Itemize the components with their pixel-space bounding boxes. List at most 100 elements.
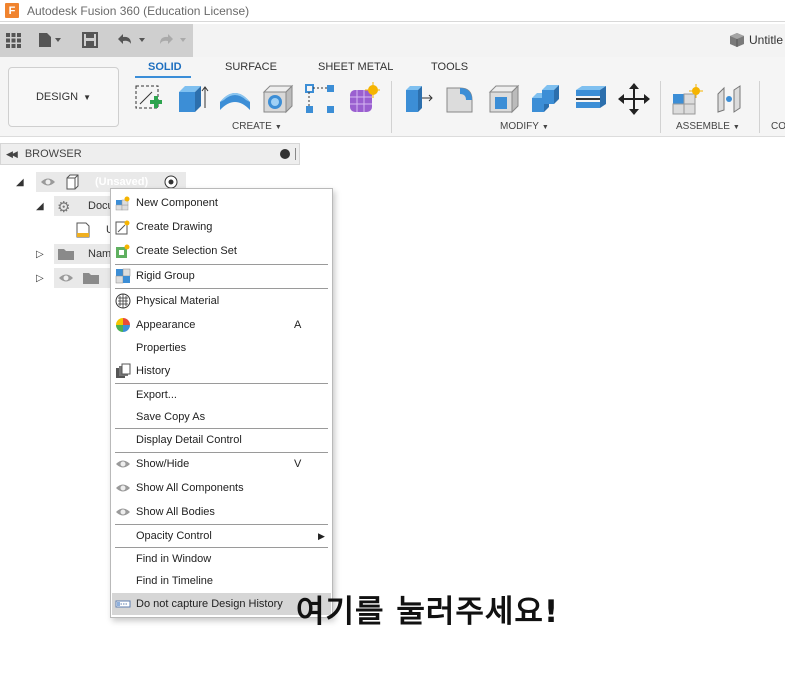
assemble-group-label: ASSEMBLE [676, 121, 730, 132]
tab-solid[interactable]: SOLID [148, 61, 182, 73]
menu-item-label: Show All Bodies [136, 506, 215, 518]
create-drawing-icon [115, 219, 131, 235]
modify-group-menu[interactable]: MODIFY ▼ [500, 121, 549, 132]
menu-item-show-all-components[interactable]: Show All Components [112, 477, 331, 499]
chevron-down-icon: ▼ [83, 92, 92, 102]
group-divider [391, 81, 392, 133]
folder-icon [57, 247, 75, 264]
new-component-icon [115, 195, 131, 211]
menu-item-label: Physical Material [136, 295, 220, 307]
instruction-callout: 여기를 눌러주세요! [296, 594, 560, 630]
menu-item-save-copy-as[interactable]: Save Copy As [112, 406, 331, 428]
tab-sheet-metal[interactable]: SHEET METAL [318, 61, 393, 73]
physical-material-icon [115, 293, 131, 309]
fillet-icon[interactable] [444, 82, 478, 116]
context-menu: New Component Create Drawing Create Sele… [110, 188, 333, 618]
menu-item-create-selection-set[interactable]: Create Selection Set [112, 240, 331, 262]
group-divider [759, 81, 760, 133]
redo-icon[interactable] [158, 31, 192, 49]
press-pull-icon[interactable] [402, 82, 436, 116]
menu-item-rigid-group[interactable]: Rigid Group [112, 265, 331, 287]
submenu-arrow-icon: ▶ [318, 530, 325, 541]
shell-icon[interactable] [487, 82, 521, 116]
split-body-icon[interactable] [574, 82, 608, 116]
menu-item-label: Export... [136, 389, 177, 401]
chevron-down-icon: ▼ [541, 124, 549, 131]
extrude-icon[interactable] [176, 82, 210, 116]
named-views-label: Nam [88, 248, 112, 260]
eye-icon [115, 456, 131, 472]
construct-group-label[interactable]: CO [771, 121, 785, 132]
collapse-panel-icon[interactable]: ◀◀ [6, 149, 18, 160]
appearance-icon [115, 317, 131, 333]
tab-tools[interactable]: TOOLS [431, 61, 468, 73]
gear-icon: ⚙ [57, 199, 71, 216]
minimize-panel-icon[interactable] [280, 149, 290, 159]
save-icon[interactable] [82, 31, 98, 49]
root-label: (Unsaved) [95, 176, 149, 188]
browser-row-document-settings[interactable]: ◢ ⚙ Docu [36, 196, 116, 216]
menu-item-opacity-control[interactable]: Opacity Control ▶ [112, 525, 331, 547]
document-tab[interactable]: Untitle [728, 32, 783, 48]
create-form-icon[interactable] [346, 82, 381, 116]
hole-icon[interactable] [261, 82, 295, 116]
menu-item-label: Create Drawing [136, 221, 213, 233]
menu-item-label: Show/Hide [136, 458, 190, 470]
create-group-menu[interactable]: CREATE ▼ [232, 121, 282, 132]
chevron-down-icon: ▼ [274, 124, 282, 131]
active-tab-indicator [135, 76, 191, 78]
menu-item-label: Find in Timeline [136, 575, 214, 587]
collapsed-triangle-icon[interactable]: ▷ [36, 273, 48, 284]
joint-icon[interactable] [714, 82, 748, 116]
modify-group-label: MODIFY [500, 121, 539, 132]
expand-triangle-icon[interactable]: ◢ [16, 177, 28, 188]
menu-item-show-hide[interactable]: Show/Hide V [112, 453, 331, 475]
grid-menu-icon[interactable] [6, 31, 21, 49]
menu-item-label: History [136, 365, 171, 377]
create-sketch-icon[interactable] [134, 82, 168, 116]
eye-icon [115, 504, 131, 520]
menu-item-appearance[interactable]: Appearance A [112, 314, 331, 336]
menu-item-label: Appearance [136, 319, 196, 331]
history-icon [115, 363, 131, 379]
new-component-tool-icon[interactable] [670, 82, 704, 116]
browser-row-origin[interactable]: ▷ [36, 268, 116, 288]
selection-set-icon [115, 243, 131, 259]
pattern-icon[interactable] [303, 82, 337, 116]
menu-item-physical-material[interactable]: Physical Material [112, 290, 331, 312]
document-cube-icon [730, 33, 744, 47]
fusion-logo-icon: F [5, 3, 19, 18]
menu-item-shortcut: A [294, 319, 302, 331]
visibility-eye-icon[interactable] [58, 272, 74, 287]
combine-icon[interactable] [530, 82, 564, 116]
menu-item-label: Do not capture Design History [136, 598, 283, 610]
assemble-group-menu[interactable]: ASSEMBLE ▼ [676, 121, 740, 132]
title-bar: F Autodesk Fusion 360 (Education License… [0, 0, 785, 22]
menu-item-show-all-bodies[interactable]: Show All Bodies [112, 501, 331, 523]
browser-row-named-views[interactable]: ▷ Nam [36, 244, 116, 264]
panel-resize-handle[interactable] [295, 148, 296, 160]
menu-item-display-detail-control[interactable]: Display Detail Control [112, 429, 331, 451]
workspace-switcher-button[interactable]: DESIGN ▼ [8, 67, 119, 127]
menu-item-properties[interactable]: Properties [112, 337, 331, 359]
workspace-label: DESIGN [35, 91, 79, 103]
menu-item-find-in-window[interactable]: Find in Window [112, 548, 331, 570]
file-icon[interactable] [38, 31, 62, 49]
menu-item-new-component[interactable]: New Component [112, 192, 331, 214]
menu-item-history[interactable]: History [112, 360, 331, 382]
menu-item-export[interactable]: Export... [112, 384, 331, 406]
menu-item-label: Show All Components [136, 482, 244, 494]
history-capture-icon [115, 596, 131, 612]
revolve-icon[interactable] [218, 82, 252, 116]
undo-icon[interactable] [115, 31, 149, 49]
menu-item-label: Find in Window [136, 553, 212, 565]
document-tab-label: Untitle [749, 33, 784, 47]
collapsed-triangle-icon[interactable]: ▷ [36, 249, 48, 260]
chevron-down-icon: ▼ [732, 124, 740, 131]
expand-triangle-icon[interactable]: ◢ [36, 201, 48, 212]
menu-item-create-drawing[interactable]: Create Drawing [112, 216, 331, 238]
move-copy-icon[interactable] [617, 82, 651, 116]
tab-surface[interactable]: SURFACE [225, 61, 277, 73]
browser-panel-header: ◀◀ BROWSER [0, 143, 300, 165]
visibility-eye-icon[interactable] [40, 176, 56, 191]
